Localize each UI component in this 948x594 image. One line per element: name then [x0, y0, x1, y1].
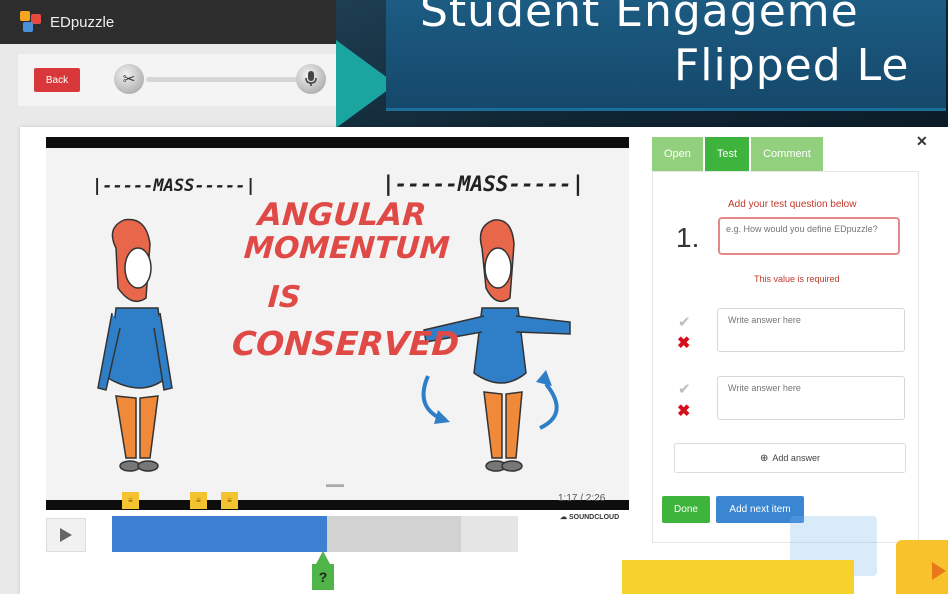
video-timeline[interactable] [112, 516, 518, 552]
plus-circle-icon: ⊕ [760, 452, 769, 464]
answer-input[interactable] [717, 376, 905, 420]
play-button[interactable] [46, 518, 86, 552]
play-arrow-icon [932, 562, 946, 580]
answer-input[interactable] [717, 308, 905, 352]
app-bar: EDpuzzle [0, 0, 336, 44]
headline-line: IS [266, 280, 303, 315]
question-number: 1. [676, 222, 700, 253]
question-marker[interactable]: ? [312, 564, 334, 590]
question-type-tabs: Open Test Comment [652, 137, 825, 171]
video-time: 1:17 / 2:26 [558, 493, 606, 504]
mass-label-left: |-----MASS-----| [92, 176, 256, 196]
timeline-marker[interactable]: ≡ [190, 492, 207, 509]
add-answer-button[interactable]: ⊕ Add answer [674, 443, 906, 473]
scissors-icon[interactable]: ✂ [114, 64, 144, 94]
video-handle-icon: ▬▬ [326, 479, 344, 489]
mark-wrong-icon[interactable]: ✖ [677, 333, 690, 353]
mark-correct-icon[interactable]: ✔ [678, 313, 691, 331]
mark-correct-icon[interactable]: ✔ [678, 380, 691, 398]
timeline-progress [112, 516, 327, 552]
question-hint: Add your test question below [728, 199, 857, 210]
yellow-overlay-bar [622, 560, 854, 594]
presentation-banner: Student Engageme Flipped Le [336, 0, 948, 127]
video-frame[interactable]: |-----MASS-----| |-----MASS-----| ANGULA… [46, 137, 629, 510]
add-answer-label: Add answer [772, 453, 820, 463]
headline-line: CONSERVED [230, 324, 461, 363]
tab-test[interactable]: Test [704, 137, 750, 171]
close-icon[interactable]: ✕ [916, 133, 928, 150]
tab-comment[interactable]: Comment [751, 137, 823, 171]
validation-error: This value is required [754, 274, 840, 284]
done-button[interactable]: Done [662, 496, 710, 523]
question-marker-pointer [316, 551, 330, 564]
banner-title-line1: Student Engageme [420, 0, 859, 37]
banner-title-line2: Flipped Le [674, 40, 910, 91]
soundcloud-label: ☁ SOUNDCLOUD [560, 514, 620, 521]
headline-line: ANGULAR [256, 197, 428, 233]
timeline-marker[interactable]: ≡ [122, 492, 139, 509]
edpuzzle-logo-icon [20, 11, 42, 33]
audio-track [146, 77, 310, 82]
left-figure [97, 218, 173, 472]
recording-toolbar: Back ✂ [18, 54, 336, 106]
tab-open[interactable]: Open [652, 137, 703, 171]
app-title: EDpuzzle [50, 13, 115, 31]
play-icon [60, 528, 72, 542]
back-button[interactable]: Back [34, 68, 80, 92]
mass-label-right: |-----MASS-----| [382, 172, 585, 196]
mark-wrong-icon[interactable]: ✖ [677, 401, 690, 421]
timeline-marker[interactable]: ≡ [221, 492, 238, 509]
microphone-icon[interactable] [296, 64, 326, 94]
question-input[interactable] [718, 217, 900, 255]
headline-line: MOMENTUM [242, 231, 451, 266]
